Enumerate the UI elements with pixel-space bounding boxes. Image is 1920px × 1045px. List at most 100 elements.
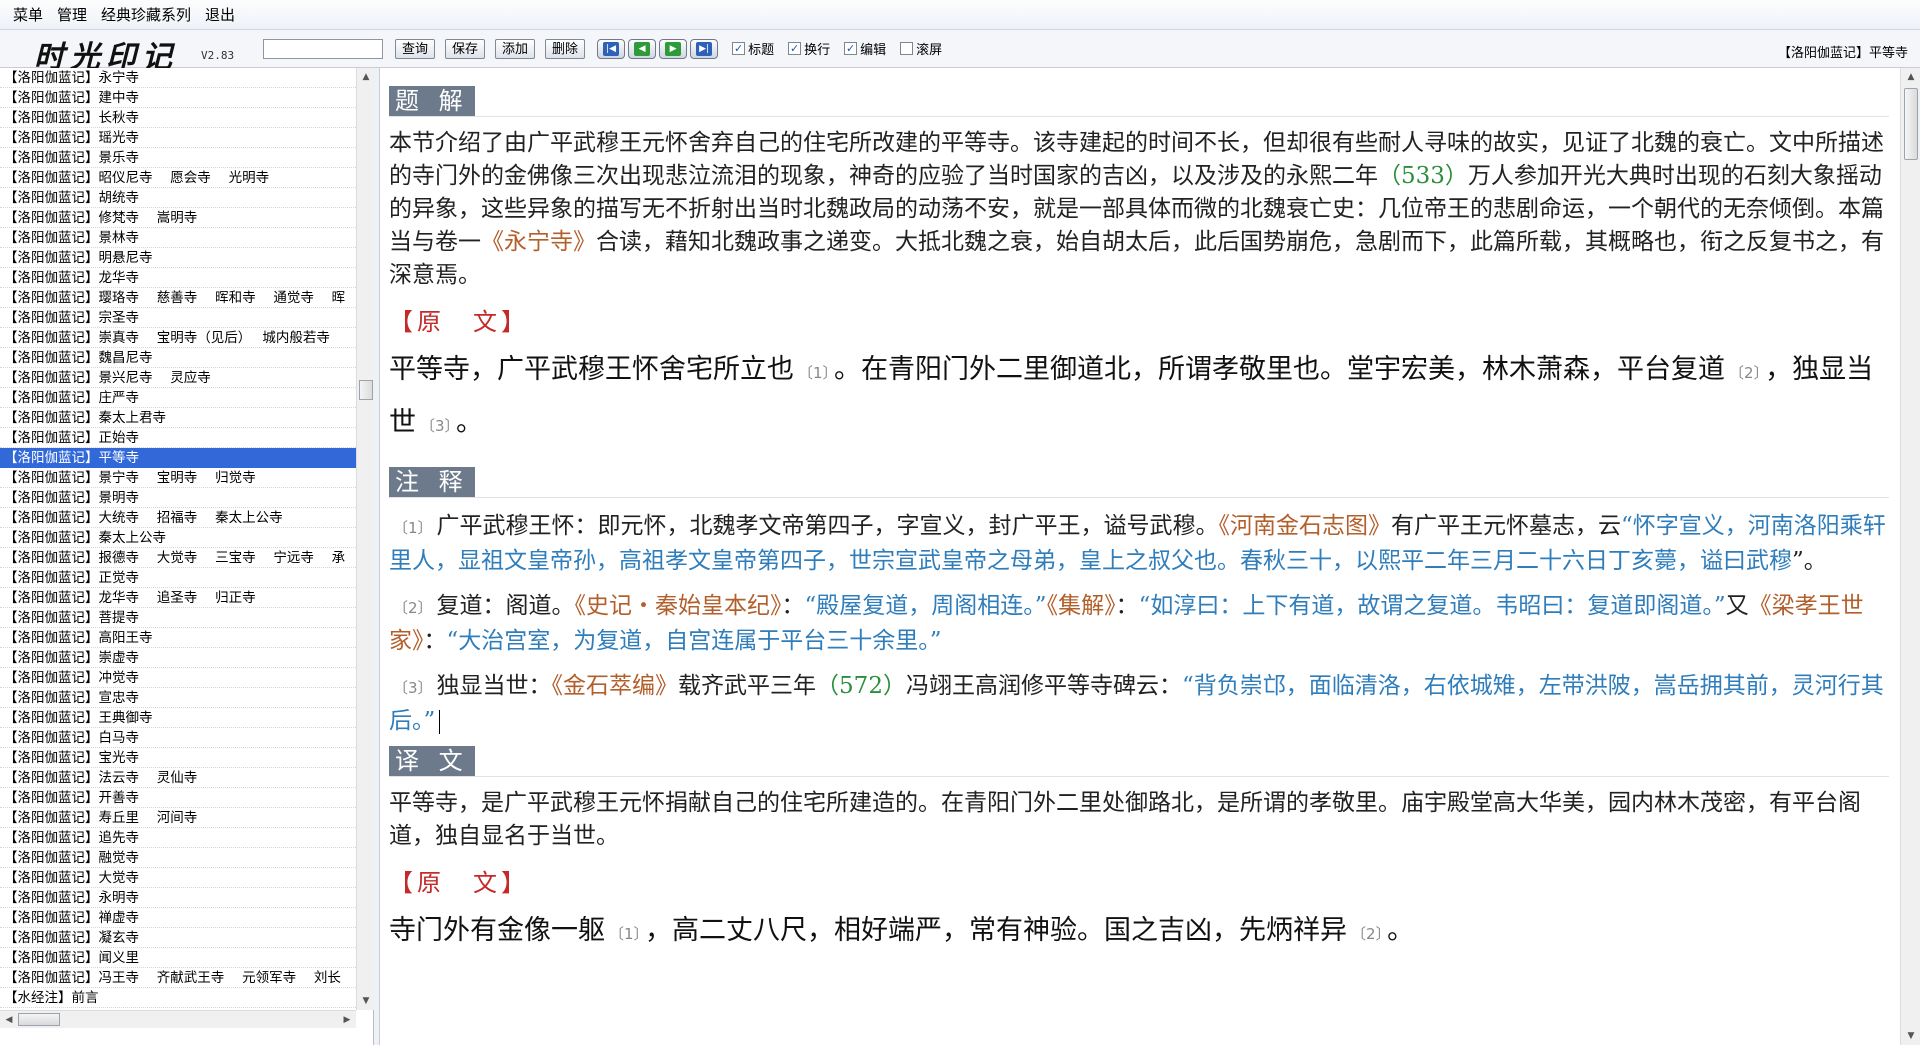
menu-exit[interactable]: 退出 [198, 4, 242, 25]
list-item[interactable]: 【水经注】前言 [0, 988, 356, 1008]
list-item[interactable]: 【洛阳伽蓝记】崇虚寺 [0, 648, 356, 668]
list-item[interactable]: 【洛阳伽蓝记】冲觉寺 [0, 668, 356, 688]
article-content[interactable]: 题 解 本节介绍了由广平武穆王元怀舍弃自己的住宅所改建的平等寺。该寺建起的时间不… [381, 68, 1900, 1045]
previous-page-button[interactable]: ◀ [628, 38, 657, 59]
text-run: ： [423, 628, 447, 654]
delete-button[interactable]: 删除 [545, 38, 586, 59]
list-item[interactable]: 【洛阳伽蓝记】白马寺 [0, 728, 356, 748]
list-item[interactable]: 【洛阳伽蓝记】寿丘里 河间寺 [0, 808, 356, 828]
list-item[interactable]: 【洛阳伽蓝记】昭仪尼寺 愿会寺 光明寺 [0, 168, 356, 188]
list-item[interactable]: 【洛阳伽蓝记】崇真寺 宝明寺（见后） 城内般若寺 [0, 328, 356, 348]
checkbox-autoscroll-box[interactable] [900, 42, 914, 55]
list-item[interactable]: 【洛阳伽蓝记】宝光寺 [0, 748, 356, 768]
previous-page-icon: ◀ [634, 41, 651, 56]
list-item[interactable]: 【洛阳伽蓝记】秦太上君寺 [0, 408, 356, 428]
content-vertical-scrollbar[interactable]: ▲ ▼ [1900, 68, 1920, 1045]
menu-main[interactable]: 菜单 [6, 4, 50, 25]
list-item[interactable]: 【洛阳伽蓝记】建中寺 [0, 88, 356, 108]
list-item[interactable]: 【洛阳伽蓝记】宗圣寺 [0, 308, 356, 328]
scroll-down-icon[interactable]: ▼ [357, 992, 375, 1010]
text-run: 合读，藉知北魏政事之递变。大抵北魏之衰，始自胡太后，此后国势崩危，急剧而下，此篇… [389, 229, 1884, 288]
scroll-left-icon[interactable]: ◀ [0, 1011, 18, 1029]
list-item[interactable]: 【洛阳伽蓝记】龙华寺 追圣寺 归正寺 [0, 588, 356, 608]
list-item[interactable]: 【洛阳伽蓝记】追先寺 [0, 828, 356, 848]
list-item[interactable]: 【洛阳伽蓝记】凝玄寺 [0, 928, 356, 948]
content-scroll-up-icon[interactable]: ▲ [1901, 68, 1920, 86]
add-button[interactable]: 添加 [495, 38, 536, 59]
checkbox-title[interactable]: ✓ 标题 [732, 39, 774, 58]
list-item[interactable]: 【洛阳伽蓝记】正始寺 [0, 428, 356, 448]
list-item[interactable]: 【洛阳伽蓝记】魏昌尼寺 [0, 348, 356, 368]
list-item[interactable]: 【洛阳伽蓝记】龙华寺 [0, 268, 356, 288]
list-item[interactable]: 【洛阳伽蓝记】修梵寺 嵩明寺 [0, 208, 356, 228]
list-item[interactable]: 【洛阳伽蓝记】瑶光寺 [0, 128, 356, 148]
book-title: 《永宁寺》 [481, 229, 596, 255]
list-item[interactable]: 【洛阳伽蓝记】景明寺 [0, 488, 356, 508]
list-item[interactable]: 【洛阳伽蓝记】王典御寺 [0, 708, 356, 728]
book-title: 《河南金石志图》 [1218, 513, 1392, 539]
text-run: 载齐武平三年 [678, 673, 817, 699]
list-item[interactable]: 【洛阳伽蓝记】璎珞寺 慈善寺 晖和寺 通觉寺 晖 [0, 288, 356, 308]
menu-classic-series[interactable]: 经典珍藏系列 [94, 4, 198, 25]
list-item[interactable]: 【洛阳伽蓝记】禅虚寺 [0, 908, 356, 928]
query-button[interactable]: 查询 [395, 38, 436, 59]
last-page-icon: ▶| [696, 41, 713, 56]
list-item[interactable]: 【洛阳伽蓝记】胡统寺 [0, 188, 356, 208]
checkbox-title-box[interactable]: ✓ [732, 42, 746, 55]
list-item[interactable]: 【洛阳伽蓝记】秦太上公寺 [0, 528, 356, 548]
list-item[interactable]: 【洛阳伽蓝记】永明寺 [0, 888, 356, 908]
content-scroll-thumb[interactable] [1904, 88, 1918, 160]
list-horizontal-scrollbar[interactable]: ◀ ▶ [0, 1010, 356, 1028]
menu-manage[interactable]: 管理 [50, 4, 94, 25]
list-item[interactable]: 【洛阳伽蓝记】大觉寺 [0, 868, 356, 888]
list-scroll-thumb[interactable] [359, 380, 373, 400]
note-marker: 〔2〕 [1729, 364, 1762, 382]
menu-bar: 菜单 管理 经典珍藏系列 退出 [0, 0, 1920, 30]
scroll-up-icon[interactable]: ▲ [357, 68, 375, 86]
checkbox-edit[interactable]: ✓ 编辑 [844, 39, 886, 58]
list-item[interactable]: 【洛阳伽蓝记】庄严寺 [0, 388, 356, 408]
scroll-right-icon[interactable]: ▶ [338, 1011, 356, 1029]
first-page-button[interactable]: |◀ [597, 38, 626, 59]
list-item[interactable]: 【洛阳伽蓝记】平等寺 [0, 448, 356, 468]
note-marker: 〔1〕 [393, 519, 433, 537]
list-vertical-scrollbar[interactable]: ▲ ▼ [356, 68, 374, 1010]
book-title: 《金石萃编》 [551, 673, 679, 699]
content-scroll-down-icon[interactable]: ▼ [1901, 1027, 1920, 1045]
checkbox-autoscroll[interactable]: 滚屏 [900, 39, 942, 58]
list-item[interactable]: 【洛阳伽蓝记】菩提寺 [0, 608, 356, 628]
list-item[interactable]: 【洛阳伽蓝记】长秋寺 [0, 108, 356, 128]
checkbox-edit-box[interactable]: ✓ [844, 42, 858, 55]
next-page-button[interactable]: ▶ [659, 38, 688, 59]
list-item[interactable]: 【洛阳伽蓝记】大统寺 招福寺 秦太上公寺 [0, 508, 356, 528]
list-item[interactable]: 【洛阳伽蓝记】景林寺 [0, 228, 356, 248]
quotation: “如淳曰：上下有道，故谓之复道。韦昭曰：复道即阁道。” [1138, 593, 1726, 619]
list-item[interactable]: 【洛阳伽蓝记】闻义里 [0, 948, 356, 968]
list-item[interactable]: 【洛阳伽蓝记】景乐寺 [0, 148, 356, 168]
list-item[interactable]: 【洛阳伽蓝记】冯王寺 齐献武王寺 元领军寺 刘长 [0, 968, 356, 988]
tijie-label: 题 解 [389, 86, 475, 116]
panel-splitter[interactable] [374, 68, 380, 1045]
list-item[interactable]: 【洛阳伽蓝记】开善寺 [0, 788, 356, 808]
list-item[interactable]: 【洛阳伽蓝记】报德寺 大觉寺 三宝寺 宁远寺 承 [0, 548, 356, 568]
article-list-panel: 【洛阳伽蓝记】永宁寺 【洛阳伽蓝记】建中寺 【洛阳伽蓝记】长秋寺 【洛阳伽蓝记】瑶光寺… [0, 68, 374, 1045]
list-item[interactable]: 【洛阳伽蓝记】高阳王寺 [0, 628, 356, 648]
list-hscroll-thumb[interactable] [18, 1013, 60, 1026]
save-button[interactable]: 保存 [445, 38, 486, 59]
list-item[interactable]: 【洛阳伽蓝记】宣忠寺 [0, 688, 356, 708]
list-item[interactable]: 【洛阳伽蓝记】景宁寺 宝明寺 归觉寺 [0, 468, 356, 488]
list-item[interactable]: 【洛阳伽蓝记】明悬尼寺 [0, 248, 356, 268]
article-list[interactable]: 【洛阳伽蓝记】永宁寺 【洛阳伽蓝记】建中寺 【洛阳伽蓝记】长秋寺 【洛阳伽蓝记】瑶光寺… [0, 68, 356, 1010]
search-input[interactable] [263, 38, 383, 59]
list-item[interactable]: 【洛阳伽蓝记】法云寺 灵仙寺 [0, 768, 356, 788]
yuanwen-heading-2: 【原 文】 [389, 869, 529, 897]
checkbox-wrap-box[interactable]: ✓ [788, 42, 802, 55]
zhushi-label: 注 释 [389, 467, 475, 497]
list-item[interactable]: 【洛阳伽蓝记】景兴尼寺 灵应寺 [0, 368, 356, 388]
list-item[interactable]: 【洛阳伽蓝记】永宁寺 [0, 68, 356, 88]
note-marker: 〔1〕 [798, 364, 831, 382]
list-item[interactable]: 【洛阳伽蓝记】正觉寺 [0, 568, 356, 588]
checkbox-wrap[interactable]: ✓ 换行 [788, 39, 830, 58]
last-page-button[interactable]: ▶| [690, 38, 719, 59]
list-item[interactable]: 【洛阳伽蓝记】融觉寺 [0, 848, 356, 868]
